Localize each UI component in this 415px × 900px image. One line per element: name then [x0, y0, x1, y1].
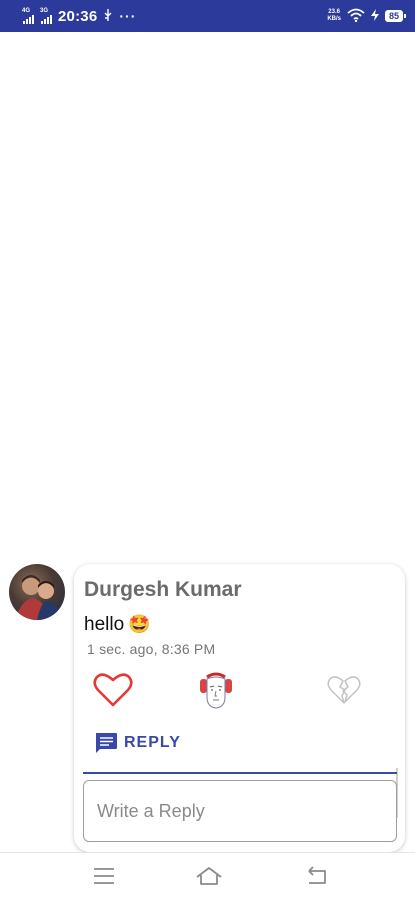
- comment-text: hello: [84, 614, 125, 635]
- wifi-icon: [347, 8, 365, 24]
- signal-bars-icon: [41, 15, 52, 24]
- home-icon: [196, 867, 222, 885]
- back-icon: [308, 866, 326, 884]
- home-button[interactable]: [195, 866, 223, 888]
- network-label-bottom: 3G: [40, 8, 49, 14]
- menu-icon: [94, 868, 114, 884]
- signal-3g: 3G: [40, 8, 52, 24]
- network-label-top: 4G: [22, 8, 31, 14]
- comment-body: hello 🤩: [84, 614, 151, 636]
- comment-icon: [96, 733, 117, 753]
- comment-author[interactable]: Durgesh Kumar: [84, 578, 242, 602]
- status-left: 4G 3G 20:36 ···: [22, 8, 136, 25]
- love-reaction-button[interactable]: [92, 668, 134, 712]
- usb-icon: [103, 9, 113, 23]
- broken-heart-reaction-button[interactable]: [326, 672, 362, 708]
- reply-input[interactable]: [83, 780, 397, 842]
- user-avatar[interactable]: [9, 564, 65, 620]
- charging-icon: [370, 9, 379, 23]
- reply-button[interactable]: REPLY: [94, 732, 181, 754]
- reply-divider: [83, 772, 397, 774]
- status-time: 20:36: [58, 7, 98, 25]
- network-speed: 23.6 KB/s: [327, 9, 341, 23]
- status-right: 23.6 KB/s 85: [327, 8, 407, 24]
- signal-4g: 4G: [22, 8, 34, 24]
- reaction-bar: [74, 668, 405, 818]
- speed-value: 23.6: [328, 9, 340, 15]
- more-notifications-icon: ···: [119, 8, 137, 24]
- star-struck-emoji: 🤩: [128, 614, 151, 634]
- comment-timestamp: 1 sec. ago, 8:36 PM: [87, 641, 216, 657]
- avatar-photo-icon: [15, 575, 61, 620]
- battery-icon: 85: [384, 10, 407, 22]
- status-bar: 4G 3G 20:36 ··· 23.6 KB/s 85: [0, 0, 415, 32]
- face-reaction-button[interactable]: [196, 668, 236, 712]
- comment-card: Durgesh Kumar hello 🤩 1 sec. ago, 8:36 PM: [74, 564, 405, 852]
- signal-bars-icon: [23, 15, 34, 24]
- back-button[interactable]: [305, 866, 329, 888]
- battery-level: 85: [388, 11, 399, 21]
- heart-outline-icon: [93, 673, 133, 707]
- speed-unit: KB/s: [327, 16, 341, 22]
- headphone-face-icon: [200, 672, 232, 709]
- system-nav-bar: [0, 852, 415, 900]
- reply-button-label: REPLY: [124, 734, 181, 751]
- broken-heart-icon: [327, 676, 361, 704]
- menu-button[interactable]: [93, 866, 117, 888]
